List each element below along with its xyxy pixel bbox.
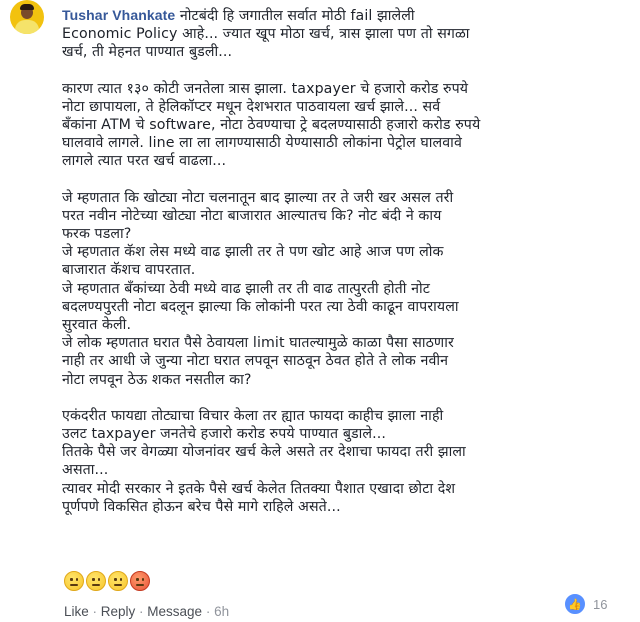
comment-line: एकंदरीत फायद्या तोट्याचा विचार केला तर ह… [62, 407, 444, 424]
neutral-face-icon [108, 571, 128, 591]
comment-line: बाजारात कॅशच वापरतात. [62, 262, 196, 279]
comment-line: जे लोक म्हणतात घरात पैसे ठेवायला limit घ… [62, 335, 454, 352]
comment-line: खर्च, ती मेहनत पाण्यात बुडली... [62, 44, 233, 61]
comment-line: नोटबंदी हि जगातील सर्वात मोठी fail झालेल… [179, 8, 415, 24]
comment-line: सुरवात केली. [62, 317, 132, 334]
separator: · [202, 604, 215, 619]
comment-paragraph-2: कारण त्यात १३० कोटी जनतेला त्रास झाला. t… [62, 80, 622, 171]
comment-line: जे म्हणतात कि खोट्या नोटा चलनातून बाद झा… [62, 189, 454, 206]
avatar-shirt [15, 20, 39, 34]
comment-line: फरक पडला? [62, 226, 132, 243]
comment-paragraph-1: Tushar Vhankate नोटबंदी हि जगातील सर्वात… [62, 6, 622, 62]
comment-line: लागले त्यात परत खर्च वाढला... [62, 153, 227, 170]
comment-line: बदलण्यपुरती नोटा बदलून झाल्या कि लोकांनी… [62, 298, 459, 315]
message-link[interactable]: Message [147, 604, 202, 619]
separator: · [135, 604, 148, 619]
reaction-count: 16 [593, 596, 608, 612]
comment-actions: Like · Reply · Message · 6h [64, 604, 229, 619]
comment-line: जे म्हणतात बँकांच्या ठेवी मध्ये वाढ झाली… [62, 280, 431, 297]
neutral-face-icon [86, 571, 106, 591]
comment-paragraph-4: एकंदरीत फायद्या तोट्याचा विचार केला तर ह… [62, 407, 622, 516]
comment-line: उलट taxpayer जनतेचे हजारो करोड रुपये पाण… [62, 426, 386, 443]
comment-line: त्यावर मोदी सरकार ने इतके पैसे खर्च केले… [62, 480, 456, 497]
author-name[interactable]: Tushar Vhankate [62, 7, 175, 23]
comment-paragraph-3: जे म्हणतात कि खोट्या नोटा चलनातून बाद झा… [62, 189, 622, 389]
avatar-hair [20, 4, 34, 10]
comment-line: तितके पैसे जर वेगळ्या योजनांवर खर्च केले… [62, 444, 466, 461]
reply-link[interactable]: Reply [101, 604, 136, 619]
emoji-row [64, 571, 150, 591]
angry-face-icon [130, 571, 150, 591]
comment-line: नोटा लपवून ठेऊ शकत नसतील का? [62, 371, 252, 388]
profile-avatar[interactable] [10, 0, 44, 34]
comment-line: घालवावे लागले. line ला ला लागण्यासाठी ये… [62, 135, 462, 152]
comment-line: कारण त्यात १३० कोटी जनतेला त्रास झाला. t… [62, 80, 469, 97]
comment-line: नोटा छापायला, ते हेलिकॉप्टर मधून देशभरात… [62, 98, 441, 115]
like-link[interactable]: Like [64, 604, 89, 619]
comment-body: Tushar Vhankate नोटबंदी हि जगातील सर्वात… [62, 6, 622, 534]
first-line: Tushar Vhankate नोटबंदी हि जगातील सर्वात… [62, 6, 622, 25]
comment-line: नाही तर आधी जे जुन्या नोटा घरात लपवून सा… [62, 353, 449, 370]
reaction-summary[interactable]: 👍 16 [563, 592, 607, 616]
timestamp[interactable]: 6h [214, 604, 229, 619]
neutral-face-icon [64, 571, 84, 591]
thumbs-up-icon: 👍 [563, 592, 587, 616]
comment-line: Economic Policy आहे... ज्यात खूप मोठा खर… [62, 26, 470, 43]
separator: · [88, 604, 101, 619]
comment-line: जे म्हणतात कॅश लेस मध्ये वाढ झाली तर ते … [62, 244, 444, 261]
comment-line: परत नवीन नोटेच्या खोट्या नोटा बाजारात आल… [62, 207, 442, 224]
comment-line: बँकांना ATM चे software, नोटा ठेवण्याचा … [62, 117, 481, 134]
comment-line: पूर्णपणे विकसित होऊन बरेच पैसे मागे राहि… [62, 498, 341, 515]
comment-line: असता... [62, 462, 109, 479]
